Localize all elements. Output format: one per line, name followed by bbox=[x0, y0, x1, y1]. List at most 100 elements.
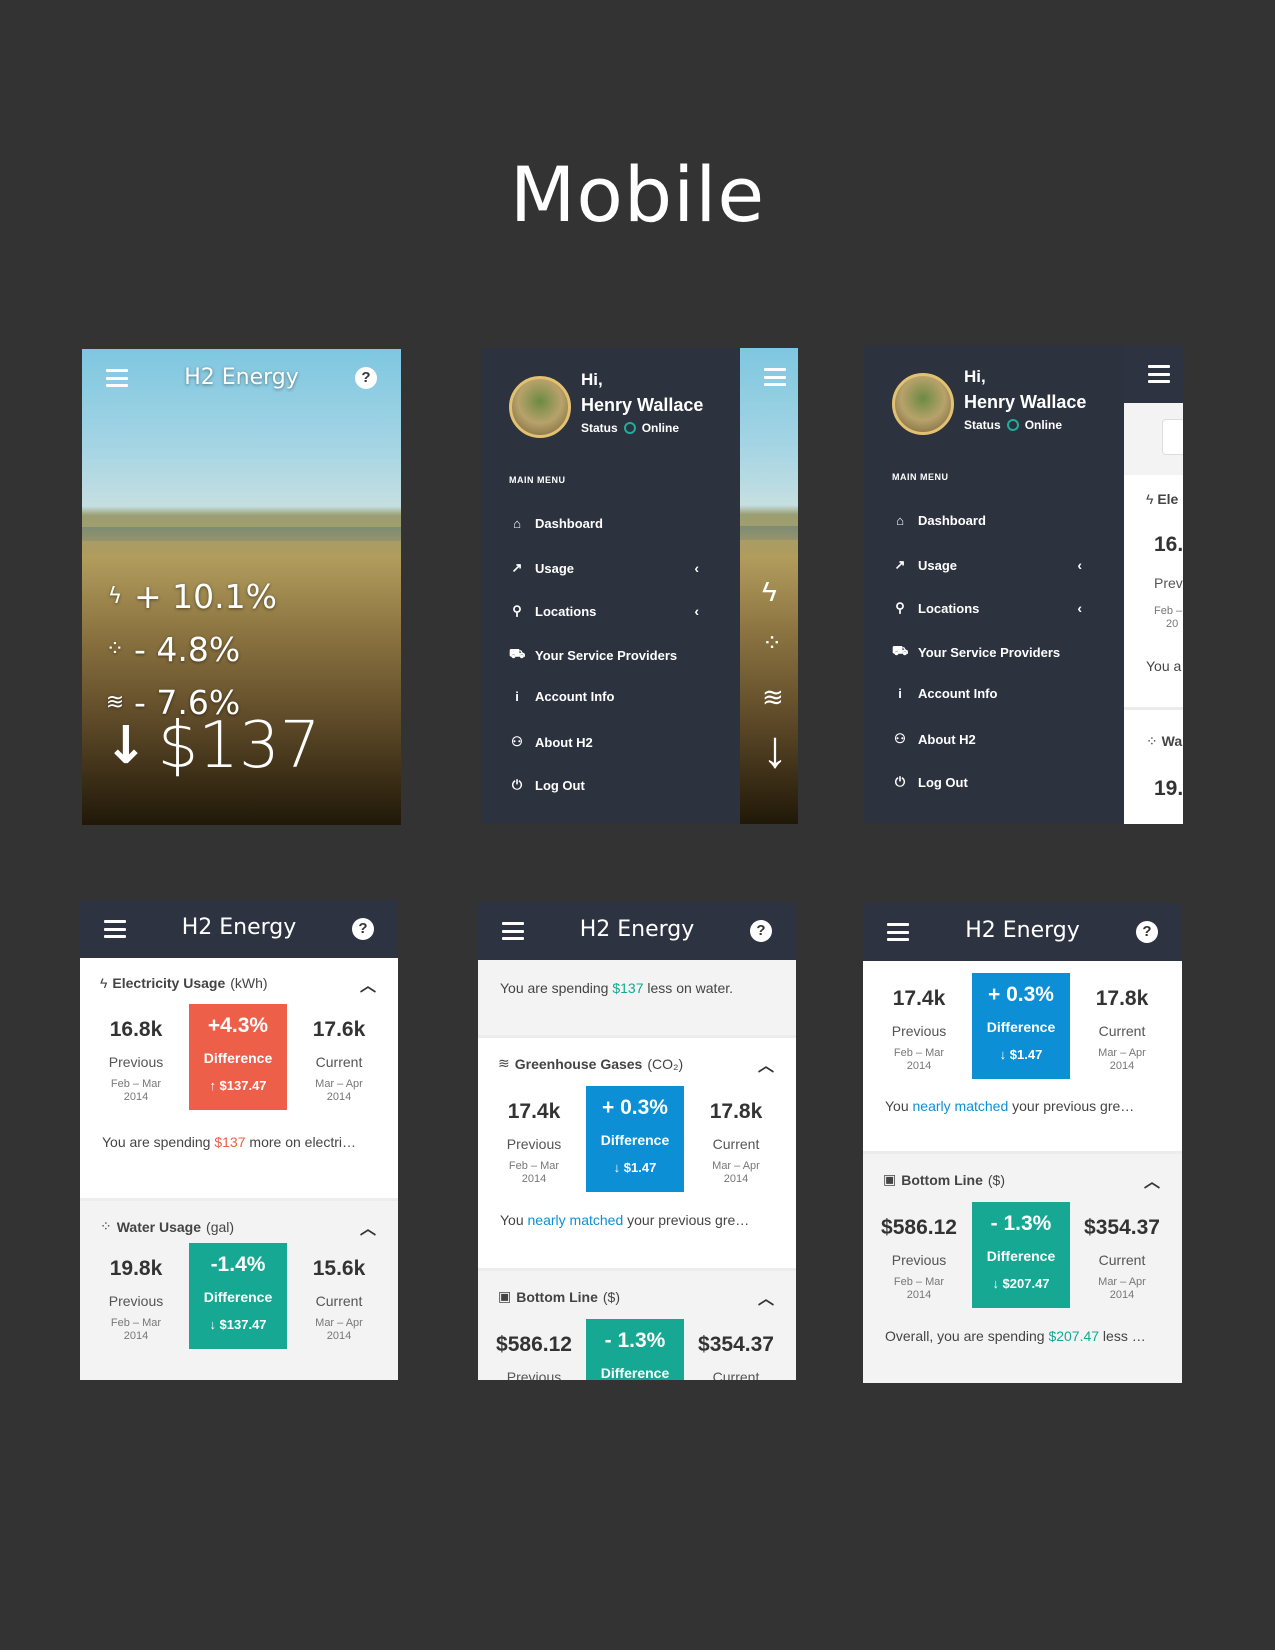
previous-date-peek: Feb –20 bbox=[1154, 605, 1183, 630]
avatar bbox=[509, 376, 571, 438]
menu-item-logout[interactable]: ⏻ Log Out bbox=[509, 777, 699, 793]
section-title: ▣ Bottom Line ($) bbox=[883, 1171, 1006, 1188]
home-icon: ⌂ bbox=[513, 516, 521, 531]
difference-box: +4.3% Difference ↑ $137.47 bbox=[189, 1004, 287, 1110]
cards-peek: ϟ Ele 16. Prev Feb –20 You a ⁘ Wa 19. bbox=[1124, 345, 1183, 824]
down-arrow-icon: ↓ bbox=[762, 721, 788, 779]
menu-item-usage[interactable]: ↗ Usage ‹ bbox=[509, 560, 699, 576]
collapse-caret-icon[interactable]: ︿ bbox=[758, 1052, 774, 1076]
previous-col: 17.4k Previous Feb – Mar 2014 bbox=[506, 1100, 562, 1185]
phone-bottom-line: H2 Energy ? 17.4k Previous Feb – Mar 2014 +… bbox=[863, 903, 1182, 1383]
previous-value-peek: 16. bbox=[1154, 533, 1183, 556]
menu-item-service-providers[interactable]: ⛟ Your Service Providers bbox=[509, 646, 699, 664]
hero-peek: ϟ ⁘ ≋ ↓ bbox=[740, 348, 798, 824]
collapse-caret-icon[interactable]: ︿ bbox=[1144, 1168, 1160, 1192]
about-icon: ⚇ bbox=[894, 731, 906, 746]
menu-item-account-info[interactable]: i Account Info bbox=[509, 689, 699, 704]
metrics-row: 16.8k Previous Feb – Mar 2014 +4.3% Differen… bbox=[80, 1004, 398, 1114]
water-note-section: You are spending $137 less on water. bbox=[478, 960, 796, 1038]
menu-item-about[interactable]: ⚇ About H2 bbox=[509, 734, 699, 750]
previous-col: 19.8k Previous Feb – Mar 2014 bbox=[108, 1257, 164, 1342]
top-bar: H2 Energy ? bbox=[80, 900, 398, 958]
app-title: H2 Energy bbox=[965, 918, 1080, 943]
map-pin-icon: ⚲ bbox=[895, 600, 905, 615]
menu-item-account-info[interactable]: i Account Info bbox=[892, 686, 1082, 701]
summary-note: Overall, you are spending $207.47 less … bbox=[885, 1328, 1146, 1344]
gas-icon: ≋ bbox=[762, 682, 784, 712]
current-col: 17.6k Current Mar – Apr 2014 bbox=[312, 1018, 366, 1103]
providers-icon: ⛟ bbox=[892, 643, 909, 658]
metrics-row: 19.8k Previous Feb – Mar 2014 -1.4% Differen… bbox=[80, 1243, 398, 1353]
menu-item-service-providers[interactable]: ⛟ Your Service Providers bbox=[892, 643, 1082, 661]
help-icon[interactable]: ? bbox=[352, 918, 374, 940]
stat-electricity: ϟ + 10.1% bbox=[104, 577, 277, 616]
phone-drawer-cards: Hi, Henry Wallace Status Online MAIN MENU… bbox=[864, 345, 1183, 824]
help-icon[interactable]: ? bbox=[1136, 921, 1158, 943]
money-icon: ▣ bbox=[883, 1171, 897, 1187]
help-icon[interactable]: ? bbox=[750, 920, 772, 942]
menu-item-usage[interactable]: ↗ Usage ‹ bbox=[892, 557, 1082, 573]
bolt-icon: ϟ bbox=[107, 584, 123, 609]
bolt-icon: ϟ bbox=[1146, 491, 1154, 507]
greeting: Hi, bbox=[581, 370, 603, 389]
menu-item-logout[interactable]: ⏻ Log Out bbox=[892, 774, 1082, 790]
greeting: Hi, bbox=[964, 367, 986, 386]
bottom-line-section: ▣ Bottom Line ($) ︿ $586.12 Previous Feb – M… bbox=[863, 1154, 1182, 1383]
online-dot-icon bbox=[1006, 419, 1019, 431]
metrics-row: 17.4k Previous Feb – Mar 2014 + 0.3% Differe… bbox=[478, 1086, 796, 1196]
previous-col: 17.4k Previous Feb – Mar 2014 bbox=[891, 987, 947, 1072]
previous-label-peek: Prev bbox=[1154, 575, 1183, 591]
current-col: 15.6k Current Mar – Apr 2014 bbox=[312, 1257, 366, 1342]
total-savings: ↓ $137 bbox=[104, 709, 321, 783]
summary-note: You nearly matched your previous gre… bbox=[500, 1212, 750, 1228]
menu-item-locations[interactable]: ⚲ Locations ‹ bbox=[892, 600, 1082, 616]
gas-icon: ≋ bbox=[498, 1055, 510, 1071]
stat-water: ⁘ - 4.8% bbox=[105, 630, 241, 669]
info-icon: i bbox=[515, 689, 519, 704]
app-title: H2 Energy bbox=[181, 915, 297, 940]
hamburger-menu-icon[interactable] bbox=[764, 368, 786, 386]
user-status: Status Online bbox=[964, 418, 1063, 432]
back-button[interactable] bbox=[1162, 419, 1183, 455]
menu-item-locations[interactable]: ⚲ Locations ‹ bbox=[509, 603, 699, 619]
side-drawer: Hi, Henry Wallace Status Online MAIN MENU… bbox=[864, 345, 1124, 824]
electricity-section: ϟ Electricity Usage (kWh) ︿ 16.8k Previous F… bbox=[80, 958, 398, 1201]
summary-note: You nearly matched your previous gre… bbox=[885, 1098, 1135, 1114]
drops-icon: ⁘ bbox=[105, 637, 125, 662]
chevron-left-icon: ‹ bbox=[1077, 600, 1082, 616]
top-bar: H2 Energy ? bbox=[863, 903, 1182, 961]
drops-icon: ⁘ bbox=[100, 1218, 112, 1234]
menu-item-dashboard[interactable]: ⌂ Dashboard bbox=[892, 513, 1082, 528]
providers-icon: ⛟ bbox=[509, 646, 526, 661]
collapse-caret-icon[interactable]: ︿ bbox=[360, 972, 376, 996]
difference-box: + 0.3% Difference ↓ $1.47 bbox=[586, 1086, 684, 1192]
bottom-line-section: ▣ Bottom Line ($) ︿ $586.12 Previous - 1.3%… bbox=[478, 1271, 796, 1380]
chevron-left-icon: ‹ bbox=[694, 603, 699, 619]
drops-icon: ⁘ bbox=[762, 630, 783, 657]
money-icon: ▣ bbox=[498, 1288, 512, 1304]
summary-note: You are spending $137 less on water. bbox=[500, 980, 734, 996]
menu-item-dashboard[interactable]: ⌂ Dashboard bbox=[509, 516, 699, 531]
bolt-icon: ϟ bbox=[100, 975, 108, 991]
content: You are spending $137 less on water. ≋ Gr… bbox=[478, 960, 796, 1380]
previous-col: $586.12 Previous Feb – Mar 2014 bbox=[881, 1216, 957, 1301]
collapse-caret-icon[interactable]: ︿ bbox=[360, 1215, 376, 1239]
down-arrow-icon: ↓ bbox=[104, 716, 148, 776]
top-bar: H2 Energy ? bbox=[478, 902, 796, 960]
greenhouse-section: 17.4k Previous Feb – Mar 2014 + 0.3% Differe… bbox=[863, 961, 1182, 1154]
phone-greenhouse: H2 Energy ? You are spending $137 less o… bbox=[478, 902, 796, 1380]
help-icon[interactable]: ? bbox=[355, 367, 377, 389]
current-col: 17.8k Current Mar – Apr 2014 bbox=[1095, 987, 1149, 1072]
current-col: $354.37 Current Mar – Apr 2014 bbox=[1084, 1216, 1160, 1301]
about-icon: ⚇ bbox=[511, 734, 523, 749]
horizon-hill bbox=[82, 527, 401, 541]
section-title: ⁘ Water Usage (gal) bbox=[100, 1218, 235, 1235]
difference-box: - 1.3% Difference bbox=[586, 1319, 684, 1380]
water-value-peek: 19. bbox=[1154, 777, 1183, 800]
main-menu-heading: MAIN MENU bbox=[892, 472, 949, 482]
previous-col: $586.12 Previous bbox=[496, 1333, 572, 1380]
hamburger-menu-icon[interactable] bbox=[1148, 365, 1170, 383]
menu-item-about[interactable]: ⚇ About H2 bbox=[892, 731, 1082, 747]
app-title: H2 Energy bbox=[579, 917, 695, 942]
collapse-caret-icon[interactable]: ︿ bbox=[758, 1285, 774, 1309]
